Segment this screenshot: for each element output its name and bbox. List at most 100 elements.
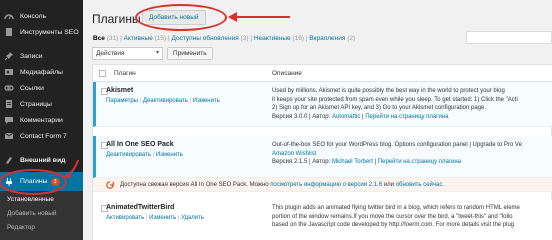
- plugin-version: Версия 2.1.5: [272, 159, 308, 166]
- pin-icon: [3, 50, 15, 62]
- menu-label: Медиафайлы: [20, 68, 63, 76]
- plugin-actions: Активировать | Изменить | Удалить: [106, 215, 205, 221]
- table-row: Akismet Параметры | Деактивировать | Изм…: [93, 82, 552, 127]
- menu-label: Плагины: [20, 178, 48, 185]
- menu-item-contact-form[interactable]: Contact Form 7: [0, 128, 83, 144]
- plugins-submenu: Установленные Добавить новый Редактор: [0, 191, 83, 240]
- filter-updates[interactable]: Доступны обновления (3): [172, 35, 249, 42]
- menu-label: Страницы: [20, 100, 52, 108]
- menu-label: Contact Form 7: [20, 132, 67, 140]
- appearance-icon: [3, 154, 15, 166]
- update-or-text: или: [383, 182, 395, 188]
- plugin-status-filters: Все (31) | Активные (15) | Доступны обно…: [93, 35, 356, 42]
- plugin-description: Out-of-the-box SEO for your WordPress bl…: [272, 141, 552, 167]
- plugin-author-label: Автор:: [312, 159, 331, 166]
- menu-item-posts[interactable]: Записи: [0, 48, 83, 64]
- view-version-details-link[interactable]: посмотреть информацию о версии 2.1.6: [270, 182, 382, 188]
- table-header: Плагин Описание: [93, 65, 552, 82]
- description-line: Used by millions, Akismet is quite possi…: [272, 88, 505, 94]
- menu-label: Ссылки: [20, 84, 44, 92]
- filter-all[interactable]: Все (31): [93, 35, 118, 42]
- plugin-author-link[interactable]: Michael Torbert: [332, 159, 373, 165]
- column-header-plugin: Плагин: [114, 70, 136, 77]
- plugin-author-label: Автор:: [312, 113, 331, 120]
- plugin-actions: Деактивировать | Изменить: [106, 152, 183, 158]
- comments-icon: [3, 114, 15, 126]
- deactivate-link[interactable]: Деактивировать: [106, 152, 151, 158]
- plugins-table: Плагин Описание Akismet Параметры | Деак…: [92, 64, 552, 240]
- plugin-description: This plugin adds an animated flying twit…: [272, 204, 552, 230]
- menu-label: Консоль: [20, 12, 47, 20]
- mail-icon: [3, 130, 15, 142]
- table-row: AnimatedTwitterBird Активировать | Измен…: [93, 199, 552, 240]
- update-message: Доступна свежая версия All In One SEO Pa…: [120, 182, 269, 188]
- menu-item-links[interactable]: Ссылки: [0, 80, 83, 96]
- plugin-meta: Версия 2.1.5 | Автор: Michael Torbert | …: [272, 159, 462, 166]
- seo-tools-icon: [3, 26, 15, 38]
- plugin-name: All In One SEO Pack: [106, 141, 174, 148]
- media-icon: [3, 66, 15, 78]
- description-line: portion of the window remains.If you mov…: [272, 213, 513, 220]
- plugins-icon: [3, 176, 15, 188]
- edit-link[interactable]: Изменить: [149, 215, 176, 221]
- submenu-add-new[interactable]: Добавить новый: [7, 210, 57, 217]
- update-notice-text: Доступна свежая версия All In One SEO Pa…: [120, 182, 444, 188]
- update-icon: [106, 181, 114, 189]
- bulk-actions-select[interactable]: Действия ▾: [92, 47, 163, 60]
- settings-link[interactable]: Параметры: [106, 98, 138, 104]
- plugin-description: Used by millions, Akismet is quite possi…: [272, 87, 552, 121]
- add-new-highlight-ellipse: [135, 4, 227, 31]
- menu-label: Записи: [20, 52, 43, 60]
- dashboard-icon: [3, 10, 15, 22]
- update-now-link[interactable]: обновить сейчас.: [396, 182, 444, 188]
- page-title: Плагины: [92, 12, 141, 26]
- submenu-editor[interactable]: Редактор: [7, 224, 35, 231]
- menu-label: Инструменты SEO: [20, 28, 79, 36]
- pages-icon: [3, 98, 15, 110]
- menu-item-pages[interactable]: Страницы: [0, 96, 83, 112]
- apply-button[interactable]: Применить: [167, 47, 213, 60]
- menu-label: Комментарии: [20, 116, 63, 124]
- chevron-down-icon: ▾: [155, 50, 159, 56]
- menu-item-appearance[interactable]: Внешний вид: [0, 152, 83, 168]
- filter-inactive[interactable]: Неактивные (16): [254, 35, 304, 42]
- menu-item-comments[interactable]: Комментарии: [0, 112, 83, 128]
- menu-item-media[interactable]: Медиафайлы: [0, 64, 83, 80]
- bulk-actions-value: Действия: [96, 50, 125, 57]
- plugin-version: Версия 3.0.0: [272, 113, 308, 120]
- main-content: Плагины Добавить новый Все (31) | Активн…: [83, 0, 552, 240]
- menu-item-plugins[interactable]: Плагины 3: [0, 172, 83, 191]
- description-line[interactable]: Amazon Wishlist: [272, 150, 552, 159]
- submenu-installed[interactable]: Установленные: [7, 196, 54, 203]
- update-count-badge: 3: [50, 177, 60, 186]
- deactivate-link[interactable]: Деактивировать: [143, 98, 188, 104]
- menu-item-dashboard[interactable]: Консоль: [0, 8, 83, 24]
- admin-sidebar: Консоль Инструменты SEO Записи Медиафайл…: [0, 0, 83, 240]
- filter-active[interactable]: Активные (15): [124, 35, 167, 42]
- plugin-page-link[interactable]: Перейти на страницу плагина: [378, 159, 461, 165]
- menu-item-seo[interactable]: Инструменты SEO: [0, 24, 83, 40]
- plugin-actions: Параметры | Деактивировать | Изменить: [106, 98, 220, 104]
- column-header-description: Описание: [272, 70, 302, 77]
- description-line: based on the Javascript code developed b…: [272, 222, 515, 229]
- delete-link[interactable]: Удалить: [181, 215, 204, 221]
- activate-link[interactable]: Активировать: [106, 215, 144, 221]
- plugin-meta: Версия 3.0.0 | Автор: Automattic | Перей…: [272, 113, 449, 120]
- description-line: 2) Sign up for an Akismet API key, and 3…: [272, 105, 487, 112]
- link-icon: [3, 82, 15, 94]
- plugin-name: Akismet: [106, 87, 134, 94]
- plugin-author-link[interactable]: Automattic: [332, 114, 360, 120]
- plugin-search-input[interactable]: [466, 31, 552, 44]
- table-row: All In One SEO Pack Деактивировать | Изм…: [93, 136, 552, 178]
- plugin-page-link[interactable]: Перейти на страницу плагина: [365, 114, 448, 120]
- plugin-name: AnimatedTwitterBird: [106, 204, 175, 211]
- select-all-checkbox[interactable]: [99, 70, 106, 77]
- description-line: Out-of-the-box SEO for your WordPress bl…: [272, 142, 522, 148]
- menu-label: Внешний вид: [20, 156, 66, 164]
- description-line: it keeps your site protected from spam e…: [272, 96, 518, 103]
- edit-link[interactable]: Изменить: [156, 152, 183, 158]
- edit-link[interactable]: Изменить: [193, 98, 220, 104]
- filter-dropins[interactable]: Вкрапления (2): [309, 35, 355, 42]
- description-line: This plugin adds an animated flying twit…: [272, 205, 520, 211]
- update-notice-row: Доступна свежая версия All In One SEO Pa…: [93, 178, 552, 192]
